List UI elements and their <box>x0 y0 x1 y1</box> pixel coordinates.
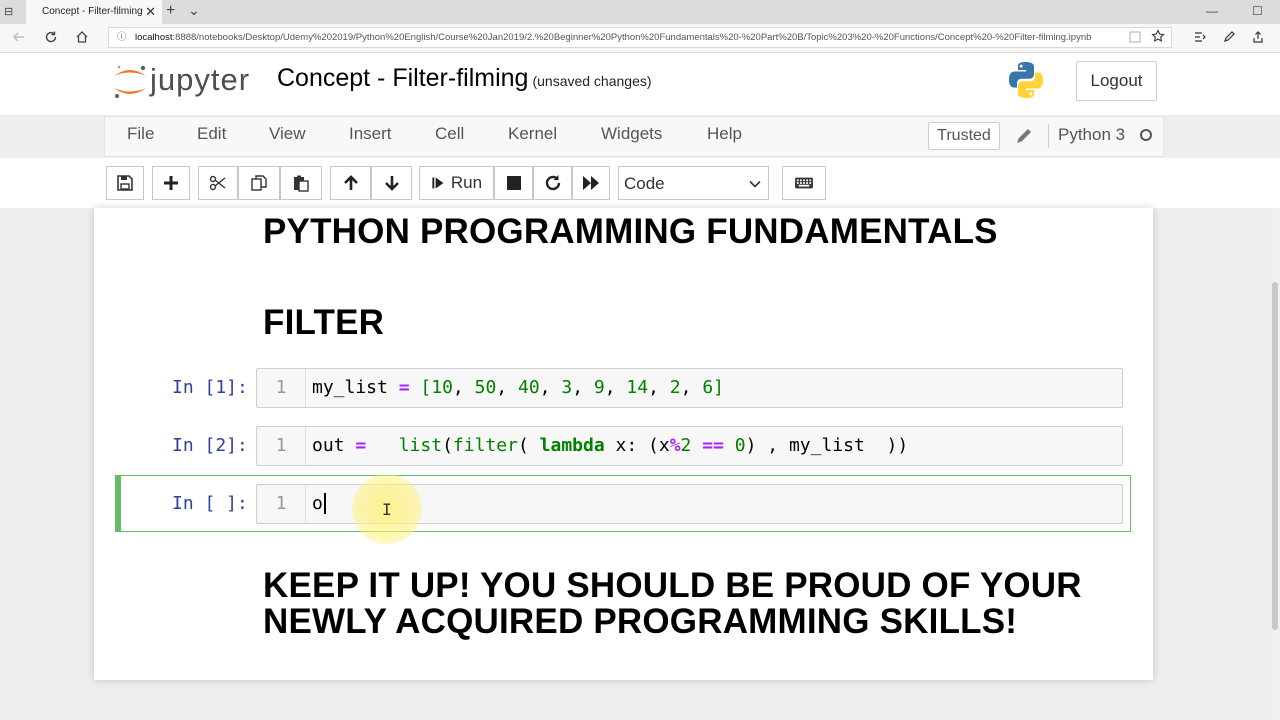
selected-cell-indicator <box>115 475 121 532</box>
menu-help[interactable]: Help <box>707 124 742 144</box>
move-up-button[interactable] <box>330 166 371 200</box>
line-number: 1 <box>257 369 306 407</box>
heading-line-1: KEEP IT UP! YOU SHOULD BE PROUD OF YOUR <box>263 566 1082 605</box>
kernel-divider <box>1048 124 1049 148</box>
notebook-name[interactable]: Concept - Filter-filming <box>277 64 528 92</box>
maximize-icon[interactable]: ☐ <box>1252 4 1263 18</box>
ibeam-cursor-icon: I <box>382 500 392 519</box>
kernel-name[interactable]: Python 3 <box>1058 125 1125 145</box>
restart-icon <box>545 175 560 191</box>
site-info-icon[interactable]: ⓘ <box>117 28 127 47</box>
paste-button[interactable] <box>280 166 322 200</box>
url-host: localhost <box>135 32 173 43</box>
menu-kernel[interactable]: Kernel <box>508 124 557 144</box>
save-status: (unsaved changes) <box>532 73 652 89</box>
paste-icon <box>294 175 309 192</box>
line-number: 1 <box>257 427 306 465</box>
stop-icon <box>506 176 521 190</box>
keyboard-icon <box>795 177 813 189</box>
notes-pen-icon[interactable] <box>1222 30 1236 44</box>
new-tab-icon[interactable]: + <box>166 2 175 20</box>
fast-forward-icon <box>583 176 599 190</box>
menu-widgets[interactable]: Widgets <box>601 124 662 144</box>
cell-3-code[interactable]: o <box>312 485 326 523</box>
menu-edit[interactable]: Edit <box>197 124 226 144</box>
edit-mode-pencil-icon <box>1012 124 1036 148</box>
browser-tab[interactable]: Concept - Filter-filming ✕ <box>26 0 162 24</box>
arrow-down-icon <box>384 176 399 191</box>
step-forward-icon <box>432 177 444 189</box>
command-palette-button[interactable] <box>782 166 826 200</box>
cell-2-code[interactable]: out = list(filter( lambda x: (x%2 == 0) … <box>312 427 908 465</box>
restart-run-all-button[interactable] <box>572 166 610 200</box>
cell-1-editor[interactable]: 1 my_list = [10, 50, 40, 3, 9, 14, 2, 6] <box>256 368 1123 408</box>
markdown-heading-fundamentals[interactable]: PYTHON PROGRAMMING FUNDAMENTALS <box>263 212 998 252</box>
run-label: Run <box>450 173 483 192</box>
url-field[interactable]: ⓘ localhost:8888/notebooks/Desktop/Udemy… <box>108 27 1172 48</box>
cell-1-code[interactable]: my_list = [10, 50, 40, 3, 9, 14, 2, 6] <box>312 369 724 407</box>
menu-cell[interactable]: Cell <box>435 124 464 144</box>
cell-2-editor[interactable]: 1 out = list(filter( lambda x: (x%2 == 0… <box>256 426 1123 466</box>
trusted-indicator[interactable]: Trusted <box>928 122 1000 150</box>
cell-type-select[interactable]: Code <box>618 166 769 200</box>
jupyter-logo-icon <box>114 65 146 98</box>
home-icon[interactable] <box>75 30 89 44</box>
move-down-button[interactable] <box>371 166 412 200</box>
chevron-down-icon <box>749 180 761 188</box>
menu-insert[interactable]: Insert <box>349 124 392 144</box>
address-bar: ⓘ localhost:8888/notebooks/Desktop/Udemy… <box>0 24 1280 53</box>
tab-title: Concept - Filter-filming <box>42 6 143 17</box>
cell-3-prompt: In [ ]: <box>172 493 248 514</box>
cell-1-prompt: In [1]: <box>172 377 248 398</box>
text-cursor <box>323 493 326 514</box>
menu-view[interactable]: View <box>269 124 306 144</box>
arrow-up-icon <box>343 175 358 190</box>
tab-actions-icon[interactable]: ⊟ <box>4 5 13 18</box>
tab-list-icon[interactable]: ⌄ <box>188 2 200 19</box>
heading-line-2: NEWLY ACQUIRED PROGRAMMING SKILLS! <box>263 602 1018 641</box>
copy-icon <box>251 175 267 191</box>
run-button[interactable]: Run <box>419 166 494 200</box>
copy-button[interactable] <box>238 166 280 200</box>
scissors-icon <box>209 175 226 191</box>
close-tab-icon[interactable]: ✕ <box>145 0 156 24</box>
markdown-heading-filter[interactable]: FILTER <box>263 303 384 343</box>
line-number: 1 <box>257 485 306 523</box>
save-icon <box>117 175 133 191</box>
restart-kernel-button[interactable] <box>533 166 572 200</box>
interrupt-kernel-button[interactable] <box>494 166 533 200</box>
minimize-icon[interactable]: — <box>1206 4 1218 18</box>
back-icon[interactable] <box>12 30 26 44</box>
plus-icon <box>164 176 178 190</box>
favorite-star-icon[interactable] <box>1151 29 1165 43</box>
jupyter-wordmark: jupyter <box>150 62 251 97</box>
insert-cell-button[interactable] <box>152 166 190 200</box>
refresh-icon[interactable] <box>44 30 58 44</box>
favorites-hub-icon[interactable] <box>1193 30 1207 44</box>
logout-button[interactable]: Logout <box>1076 61 1157 101</box>
url-path: :8888/notebooks/Desktop/Udemy%202019/Pyt… <box>172 32 1092 43</box>
cut-button[interactable] <box>198 166 238 200</box>
cell-type-value: Code <box>624 174 665 193</box>
scrollbar-thumb[interactable] <box>1272 282 1278 630</box>
menu-file[interactable]: File <box>127 124 154 144</box>
reading-view-icon[interactable] <box>1128 30 1142 44</box>
kernel-idle-icon <box>1140 129 1152 141</box>
share-icon[interactable] <box>1251 30 1265 44</box>
cell-3-text: o <box>312 493 323 514</box>
markdown-heading-keep-it-up[interactable]: KEEP IT UP! YOU SHOULD BE PROUD OF YOUR … <box>263 568 1082 640</box>
save-button[interactable] <box>106 166 144 200</box>
notebook-title[interactable]: Concept - Filter-filming (unsaved changes… <box>277 64 652 93</box>
cell-2-prompt: In [2]: <box>172 435 248 456</box>
python-logo-icon <box>1006 60 1046 100</box>
